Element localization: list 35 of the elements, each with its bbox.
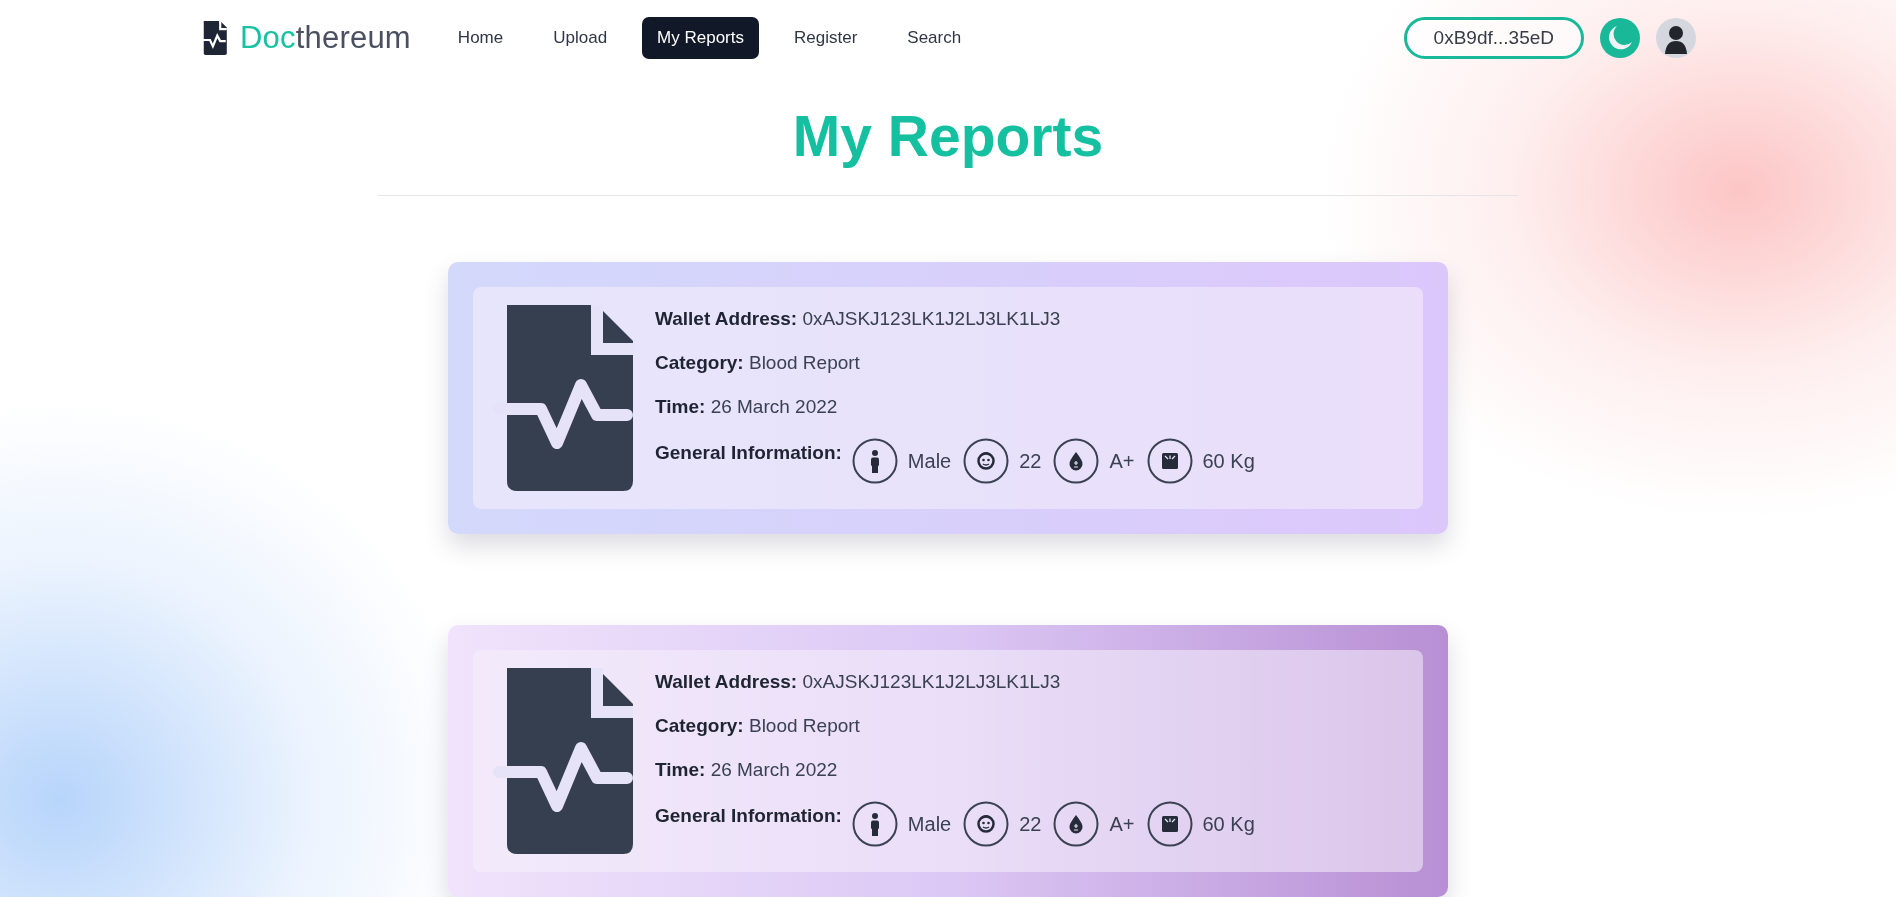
info-value: Male [907, 449, 952, 473]
report-field: Time: 26 March 2022 [655, 759, 1257, 781]
person-icon [851, 438, 898, 484]
scale-icon [1146, 801, 1193, 847]
report-field: Wallet Address: 0xAJSKJ123LK1J2LJ3LK1LJ3 [655, 308, 1257, 330]
nav-tab[interactable]: Search [892, 16, 977, 59]
report-field: Time: 26 March 2022 [655, 396, 1257, 418]
report-field: Category: Blood Report [655, 352, 1257, 374]
info-value: 60 Kg [1202, 449, 1255, 473]
nav-tab[interactable]: My Reports [642, 16, 759, 59]
info-value: A+ [1109, 449, 1135, 473]
info-value: 22 [1019, 449, 1042, 473]
scale-icon [1146, 438, 1193, 484]
avatar-icon[interactable] [1656, 17, 1696, 58]
brand-name[interactable]: Docthereum [240, 19, 411, 56]
person-icon [851, 801, 898, 847]
nav-tab[interactable]: Register [779, 16, 873, 59]
wallet-address-button[interactable]: 0xB9df...35eD [1403, 16, 1584, 59]
field-label: General Information: [655, 805, 842, 827]
report-field: Category: Blood Report [655, 715, 1257, 737]
report-field: Wallet Address: 0xAJSKJ123LK1J2LJ3LK1LJ3 [655, 671, 1257, 693]
info-value: 22 [1019, 812, 1042, 836]
medical-file-icon [493, 668, 633, 854]
logo-icon [200, 20, 228, 55]
info-value: Male [907, 812, 952, 836]
nav-tab[interactable]: Upload [538, 16, 623, 59]
field-label: General Information: [655, 442, 842, 464]
baby-face-icon [963, 801, 1010, 847]
info-value: A+ [1109, 812, 1135, 836]
baby-face-icon [963, 438, 1010, 484]
page-title: My Reports [792, 104, 1104, 168]
nav-tab[interactable]: Home [442, 16, 519, 59]
drop-icon [1053, 801, 1100, 847]
drop-icon [1053, 438, 1100, 484]
info-value: 60 Kg [1202, 812, 1255, 836]
